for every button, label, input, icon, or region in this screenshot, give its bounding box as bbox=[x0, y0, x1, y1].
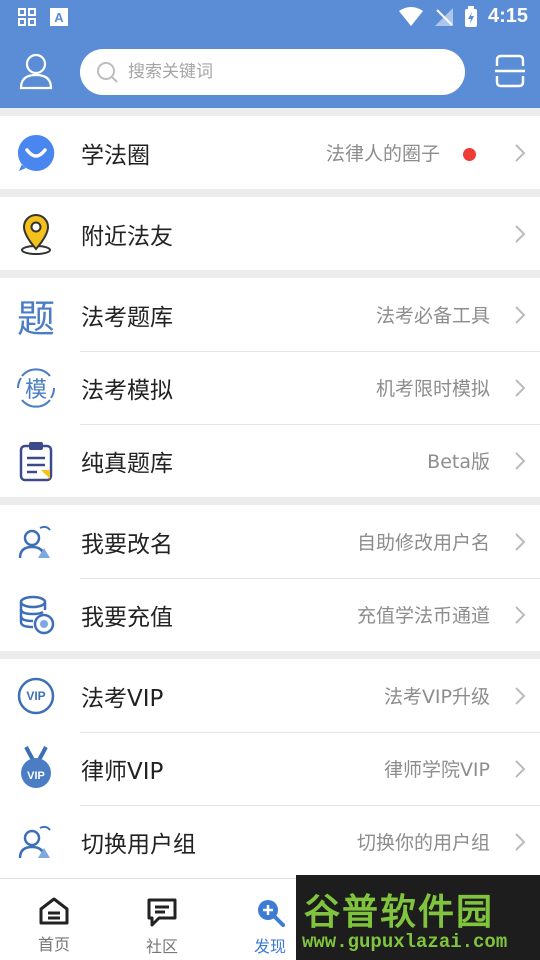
menu-item-subtitle: Beta版 bbox=[427, 451, 490, 473]
menu-item-switch-group[interactable]: 切换用户组 切换你的用户组 bbox=[0, 805, 540, 878]
discover-search-icon bbox=[258, 900, 285, 927]
menu-item-rename[interactable]: 我要改名 自助修改用户名 bbox=[0, 505, 540, 578]
home-icon bbox=[39, 897, 69, 925]
header bbox=[0, 40, 540, 104]
search-input[interactable] bbox=[128, 62, 428, 82]
menu-item-title: 法考题库 bbox=[81, 304, 173, 331]
menu-item-title: 法考模拟 bbox=[81, 377, 173, 404]
notification-dot bbox=[463, 148, 476, 161]
menu-item-subtitle: 充值学法币通道 bbox=[356, 605, 490, 627]
menu-item-subtitle: 切换你的用户组 bbox=[356, 832, 490, 854]
wifi-icon bbox=[398, 6, 423, 26]
tab-label: 首页 bbox=[37, 935, 70, 954]
menu-group-3: 题 法考题库 法考必备工具 模 法考模拟 机考限时模拟 纯真题库 Beta版 bbox=[0, 278, 540, 497]
chevron-right-icon bbox=[515, 760, 526, 778]
menu-item-mock-exam[interactable]: 模 法考模拟 机考限时模拟 bbox=[0, 351, 540, 424]
clipboard-icon bbox=[15, 440, 57, 482]
menu-item-title: 纯真题库 bbox=[81, 450, 173, 477]
top-bar: A 4:15 bbox=[0, 0, 540, 108]
menu-item-xuefaquan[interactable]: 学法圈 法律人的圈子 bbox=[0, 116, 540, 189]
menu-item-title: 法考VIP bbox=[81, 685, 164, 712]
menu-item-lawyer-vip[interactable]: VIP 律师VIP 律师学院VIP bbox=[0, 732, 540, 805]
menu-group-1: 学法圈 法律人的圈子 bbox=[0, 116, 540, 189]
chevron-right-icon bbox=[515, 606, 526, 624]
menu-item-subtitle: 律师学院VIP bbox=[383, 759, 490, 781]
chevron-right-icon bbox=[515, 379, 526, 397]
menu-item-title: 我要充值 bbox=[81, 604, 173, 631]
tab-label: 社区 bbox=[145, 937, 178, 956]
svg-text:A: A bbox=[54, 10, 64, 25]
menu-group-5: VIP 法考VIP 法考VIP升级 VIP 律师VIP 律师学院VIP 切换用户… bbox=[0, 659, 540, 878]
menu-item-title: 附近法友 bbox=[81, 223, 173, 250]
chevron-right-icon bbox=[515, 225, 526, 243]
tab-home[interactable]: 首页 bbox=[0, 879, 108, 960]
chat-bubble-icon bbox=[15, 132, 57, 174]
menu-item-subtitle: 机考限时模拟 bbox=[375, 378, 490, 400]
a-letter-icon: A bbox=[50, 8, 68, 26]
menu-item-nearby-friends[interactable]: 附近法友 bbox=[0, 197, 540, 270]
battery-icon bbox=[464, 5, 477, 27]
message-icon bbox=[147, 898, 177, 927]
status-time: 4:15 bbox=[487, 5, 528, 27]
mock-exam-icon: 模 bbox=[15, 367, 57, 409]
search-bar[interactable] bbox=[80, 49, 465, 95]
menu-item-title: 切换用户组 bbox=[81, 831, 196, 858]
chevron-right-icon bbox=[515, 306, 526, 324]
menu-item-title: 律师VIP bbox=[81, 758, 164, 785]
scan-icon[interactable] bbox=[494, 54, 526, 88]
location-pin-icon bbox=[15, 213, 57, 255]
vip-medal-icon: VIP bbox=[15, 746, 57, 790]
menu-item-subtitle: 自助修改用户名 bbox=[356, 532, 490, 554]
menu-item-subtitle: 法考必备工具 bbox=[375, 305, 490, 327]
chevron-right-icon bbox=[515, 833, 526, 851]
menu-item-question-bank[interactable]: 题 法考题库 法考必备工具 bbox=[0, 278, 540, 351]
chevron-right-icon bbox=[515, 144, 526, 162]
watermark-logo: 谷普软件园 www.gupuxlazai.com bbox=[296, 875, 540, 960]
switch-group-icon bbox=[15, 821, 57, 863]
coin-stack-icon bbox=[15, 594, 57, 636]
search-icon bbox=[97, 62, 118, 83]
user-profile-icon[interactable] bbox=[18, 52, 54, 92]
menu-item-recharge[interactable]: 我要充值 充值学法币通道 bbox=[0, 578, 540, 651]
menu-item-real-questions[interactable]: 纯真题库 Beta版 bbox=[0, 424, 540, 497]
discover-menu-list: 学法圈 法律人的圈子 附近法友 题 法考题库 法考必备工具 模 法考模拟 机考限… bbox=[0, 108, 540, 878]
chevron-right-icon bbox=[515, 452, 526, 470]
signal-icon bbox=[434, 7, 453, 26]
app-grid-icon bbox=[18, 8, 36, 26]
status-bar: A 4:15 bbox=[0, 0, 540, 36]
watermark-url: www.gupuxlazai.com bbox=[302, 931, 508, 953]
tab-community[interactable]: 社区 bbox=[108, 879, 216, 960]
menu-group-2: 附近法友 bbox=[0, 197, 540, 270]
watermark-title: 谷普软件园 bbox=[304, 891, 495, 932]
menu-item-title: 我要改名 bbox=[81, 531, 173, 558]
menu-item-title: 学法圈 bbox=[81, 142, 150, 169]
tab-label: 发现 bbox=[253, 937, 286, 956]
chevron-right-icon bbox=[515, 687, 526, 705]
vip-badge-icon: VIP bbox=[15, 675, 57, 717]
menu-item-subtitle: 法律人的圈子 bbox=[325, 143, 440, 165]
menu-group-4: 我要改名 自助修改用户名 我要充值 充值学法币通道 bbox=[0, 505, 540, 651]
menu-item-exam-vip[interactable]: VIP 法考VIP 法考VIP升级 bbox=[0, 659, 540, 732]
chevron-right-icon bbox=[515, 533, 526, 551]
question-bank-icon: 题 bbox=[16, 296, 55, 341]
user-rename-icon bbox=[15, 521, 57, 563]
menu-item-subtitle: 法考VIP升级 bbox=[383, 686, 490, 708]
